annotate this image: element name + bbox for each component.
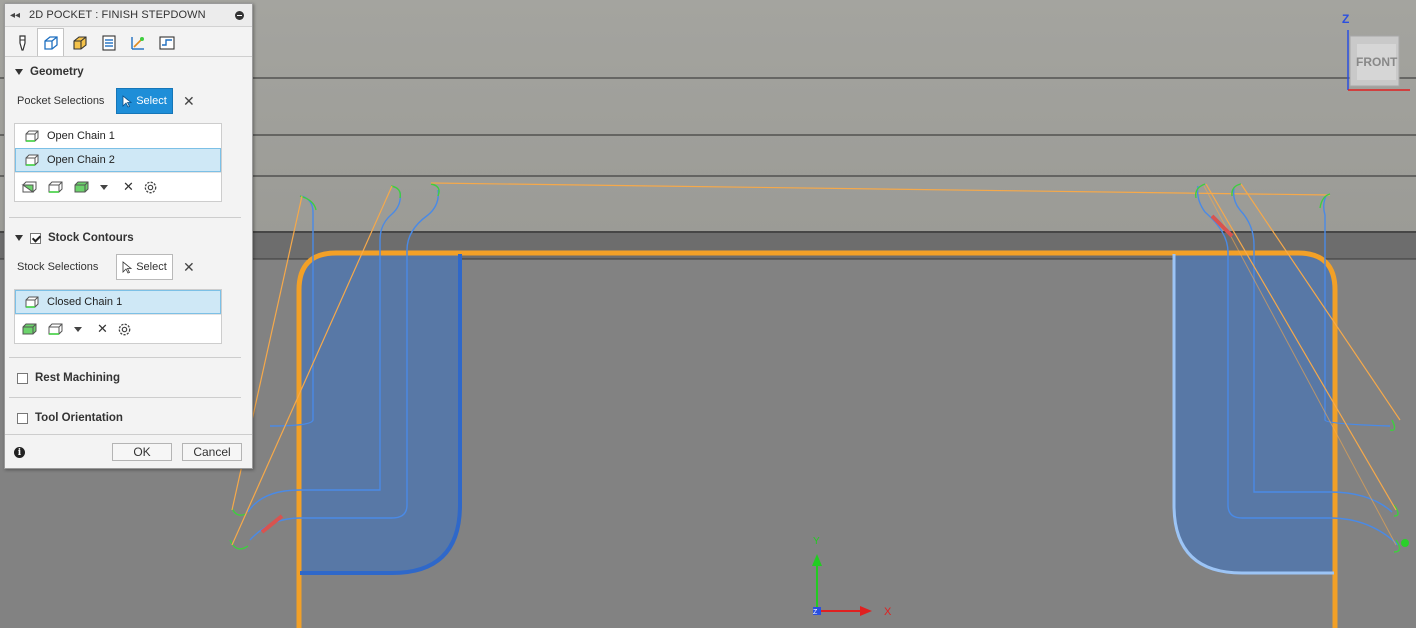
geometry-heading: Geometry <box>30 66 84 78</box>
stock-contours-heading: Stock Contours <box>48 232 134 244</box>
remove-selection-icon[interactable]: ✕ <box>97 321 108 337</box>
clear-stock-selection-button[interactable]: ✕ <box>183 259 195 276</box>
heights-icon <box>72 35 87 50</box>
stock-contours-checkbox[interactable] <box>30 232 41 244</box>
remove-selection-icon[interactable]: ✕ <box>123 179 134 195</box>
clear-pocket-selection-button[interactable]: ✕ <box>183 93 195 110</box>
section-divider <box>9 357 241 358</box>
cursor-icon <box>122 94 133 108</box>
tool-orientation-row[interactable]: Tool Orientation <box>5 408 252 428</box>
silhouette-select-icon[interactable] <box>21 322 39 336</box>
expand-triangle-icon[interactable] <box>15 235 23 241</box>
pocket-select-button[interactable]: Select <box>116 88 173 114</box>
face-select-icon[interactable] <box>21 180 39 194</box>
stock-select-label: Select <box>136 261 167 273</box>
passes-icon <box>101 34 116 51</box>
collapse-panel-icon[interactable]: ◂◂ <box>5 10 25 21</box>
ok-button[interactable]: OK <box>112 443 172 461</box>
linking-icon <box>130 36 144 50</box>
dialog-titlebar[interactable]: ◂◂ 2D POCKET : FINISH STEPDOWN <box>5 4 252 27</box>
tool-orientation-checkbox[interactable] <box>17 412 28 424</box>
tool-orientation-label: Tool Orientation <box>35 412 123 424</box>
chain-icon <box>24 295 40 309</box>
view-cube-front-label[interactable]: FRONT <box>1356 55 1398 69</box>
pocket-list-toolbar: ✕ <box>15 172 221 201</box>
tool-tab[interactable] <box>8 29 35 56</box>
geometry-tab[interactable] <box>37 28 64 56</box>
triad-y-label: Y <box>813 536 820 547</box>
pocket-selections-label: Pocket Selections <box>17 95 105 107</box>
heights-tab[interactable] <box>66 29 93 56</box>
minimize-icon[interactable] <box>235 10 244 20</box>
info-icon[interactable]: i <box>14 447 25 458</box>
chain-label: Open Chain 2 <box>47 154 115 166</box>
section-divider <box>9 397 241 398</box>
list-item-open-chain-2[interactable]: Open Chain 2 <box>15 148 221 172</box>
cancel-button[interactable]: Cancel <box>182 443 242 461</box>
dialog-title: 2D POCKET : FINISH STEPDOWN <box>29 9 206 21</box>
pocket-selection-list: Open Chain 1 Open Chain 2 ✕ <box>14 123 222 202</box>
triad-x-label: X <box>884 606 892 618</box>
simulation-icon <box>158 35 175 50</box>
pocket-select-label: Select <box>136 95 167 107</box>
operation-dialog: ◂◂ 2D POCKET : FINISH STEPDOWN Geometry … <box>4 3 253 469</box>
triad-z-label: Z <box>813 609 818 616</box>
rest-machining-label: Rest Machining <box>35 372 120 384</box>
silhouette-select-icon[interactable] <box>73 180 91 194</box>
stock-contours-section-header[interactable]: Stock Contours <box>5 228 252 248</box>
section-divider <box>9 217 241 218</box>
chain-select-icon[interactable] <box>47 180 65 194</box>
chain-label: Closed Chain 1 <box>47 296 123 308</box>
stock-selection-list: Closed Chain 1 ✕ <box>14 289 222 344</box>
list-item-closed-chain-1[interactable]: Closed Chain 1 <box>15 290 221 314</box>
chain-select-icon[interactable] <box>47 322 65 336</box>
tool-end-point <box>1401 539 1409 547</box>
settings-gear-icon[interactable] <box>142 179 159 196</box>
linking-tab[interactable] <box>124 29 151 56</box>
settings-gear-icon[interactable] <box>116 321 133 338</box>
cursor-icon <box>122 260 133 274</box>
expand-triangle-icon[interactable] <box>15 69 23 75</box>
rest-machining-checkbox[interactable] <box>17 372 28 384</box>
view-cube-z-label: Z <box>1342 12 1349 26</box>
geometry-icon <box>43 35 58 50</box>
chain-icon <box>24 153 40 167</box>
simulation-tab[interactable] <box>153 29 180 56</box>
dropdown-arrow-icon[interactable] <box>99 183 109 191</box>
dropdown-arrow-icon[interactable] <box>73 325 83 333</box>
list-item-open-chain-1[interactable]: Open Chain 1 <box>15 124 221 148</box>
rest-machining-row[interactable]: Rest Machining <box>5 368 252 388</box>
stock-selections-label: Stock Selections <box>17 261 99 273</box>
tool-icon <box>18 34 26 51</box>
chain-label: Open Chain 1 <box>47 130 115 142</box>
stock-list-toolbar: ✕ <box>15 314 221 343</box>
chain-icon <box>24 129 40 143</box>
geometry-section-header[interactable]: Geometry <box>5 62 252 82</box>
passes-tab[interactable] <box>95 29 122 56</box>
dialog-tabs <box>5 27 252 57</box>
footer-divider <box>5 434 252 435</box>
stock-select-button[interactable]: Select <box>116 254 173 280</box>
